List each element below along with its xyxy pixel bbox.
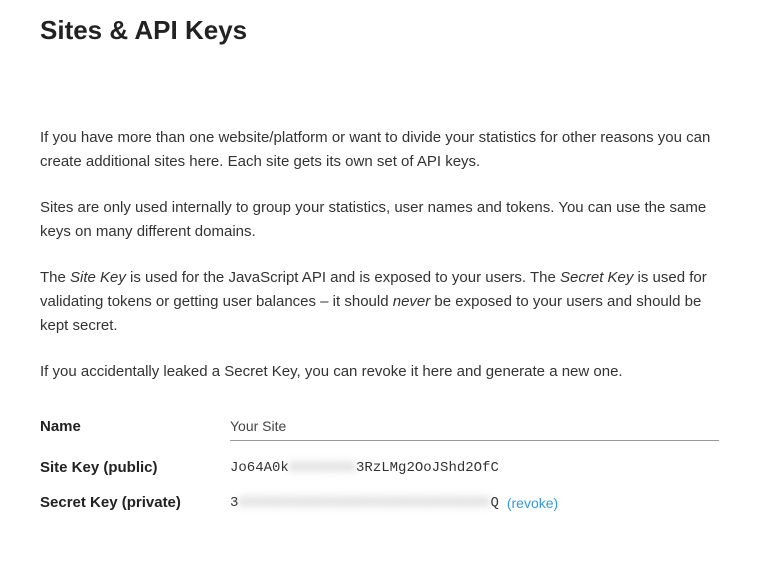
site-key-row: Site Key (public) Jo64A0kXXXXXXXX3RzLMg2…: [40, 459, 719, 476]
site-key-hidden: XXXXXXXX: [289, 460, 356, 476]
secret-key-hidden: XXXXXXXXXXXXXXXXXXXXXXXXXXXXXX: [238, 495, 490, 511]
site-key-prefix: Jo64A0k: [230, 460, 289, 476]
intro-paragraph-1: If you have more than one website/platfo…: [40, 126, 719, 174]
intro-paragraph-4: If you accidentally leaked a Secret Key,…: [40, 360, 719, 384]
site-key-label: Site Key (public): [40, 459, 230, 476]
intro-paragraph-2: Sites are only used internally to group …: [40, 196, 719, 244]
secret-key-label: Secret Key (private): [40, 494, 230, 511]
name-row: Name: [40, 412, 719, 441]
name-label: Name: [40, 418, 230, 435]
never-term: never: [393, 293, 431, 310]
form-section: Name Site Key (public) Jo64A0kXXXXXXXX3R…: [40, 412, 719, 511]
text-fragment: is used for the JavaScript API and is ex…: [126, 269, 560, 286]
page-title: Sites & API Keys: [40, 15, 719, 46]
secret-key-row: Secret Key (private) 3XXXXXXXXXXXXXXXXXX…: [40, 494, 719, 511]
revoke-link[interactable]: (revoke): [507, 495, 558, 511]
name-value-container: [230, 412, 719, 441]
secret-key-prefix: 3: [230, 495, 238, 511]
site-key-suffix: 3RzLMg2OoJShd2OfC: [356, 460, 499, 476]
site-key-value: Jo64A0kXXXXXXXX3RzLMg2OoJShd2OfC: [230, 460, 719, 476]
text-fragment: The: [40, 269, 70, 286]
name-input[interactable]: [230, 412, 719, 441]
site-key-term: Site Key: [70, 269, 126, 286]
secret-key-suffix: Q: [490, 495, 498, 511]
secret-key-term: Secret Key: [560, 269, 633, 286]
intro-paragraph-3: The Site Key is used for the JavaScript …: [40, 266, 719, 338]
secret-key-value: 3XXXXXXXXXXXXXXXXXXXXXXXXXXXXXXQ (revoke…: [230, 495, 719, 511]
